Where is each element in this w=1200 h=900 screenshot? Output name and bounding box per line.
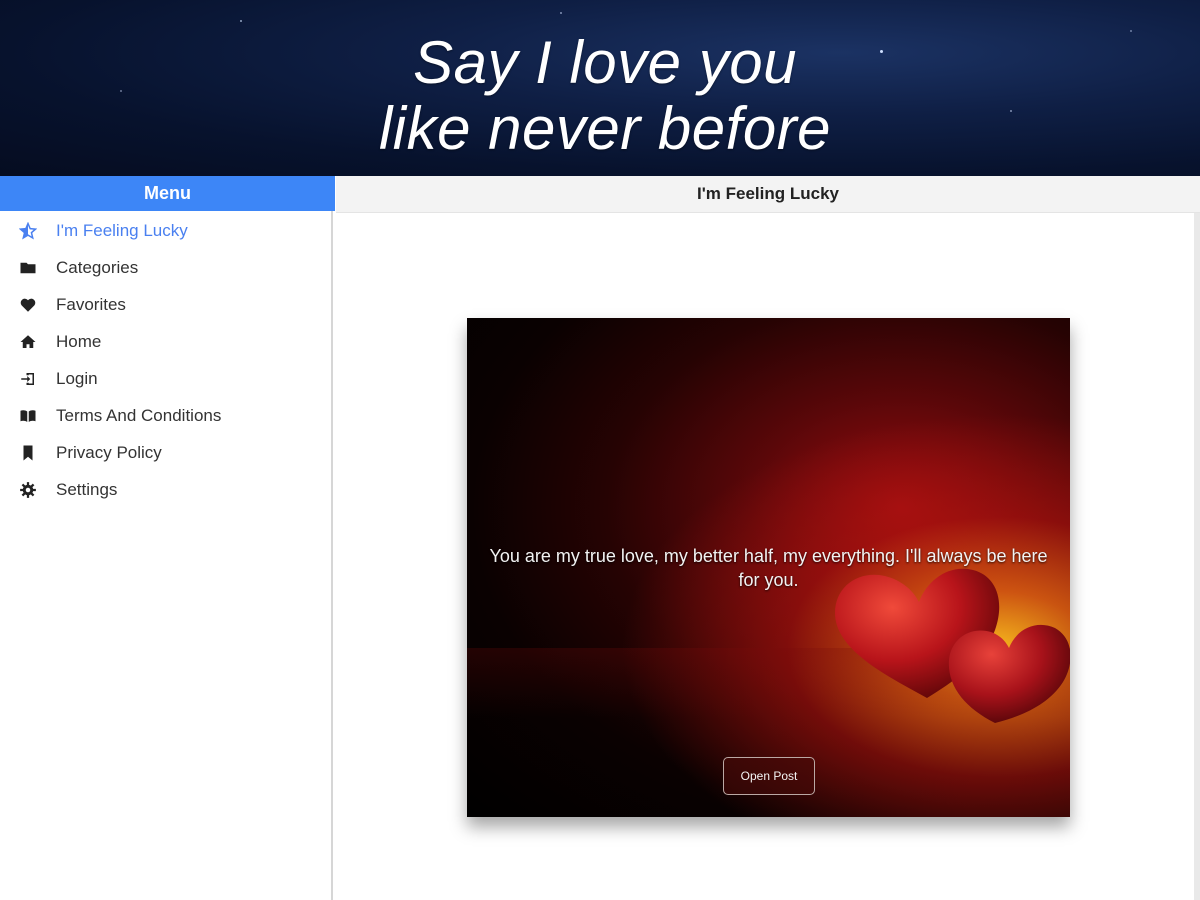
star-half-icon: [18, 221, 38, 241]
sidebar-item-settings[interactable]: Settings: [0, 471, 331, 508]
open-post-button[interactable]: Open Post: [723, 757, 815, 795]
page-title: I'm Feeling Lucky: [336, 176, 1200, 213]
header-banner: Say I love you like never before: [0, 0, 1200, 176]
sidebar-item-terms[interactable]: Terms And Conditions: [0, 397, 331, 434]
banner-title: Say I love you like never before: [0, 30, 1200, 162]
sidebar-item-home[interactable]: Home: [0, 323, 331, 360]
banner-title-line-1: Say I love you: [413, 29, 797, 96]
menu-header: Menu: [0, 176, 335, 211]
star-decoration: [240, 20, 242, 22]
bookmark-icon: [18, 443, 38, 463]
sidebar-item-feeling-lucky[interactable]: I'm Feeling Lucky: [0, 212, 331, 249]
sidebar-item-label: Privacy Policy: [56, 442, 162, 462]
sidebar-item-label: Favorites: [56, 294, 126, 314]
heart-icon: [18, 295, 38, 315]
main-content: You are my true love, my better half, my…: [336, 213, 1200, 900]
sidebar-item-label: Home: [56, 331, 102, 351]
quote-card: You are my true love, my better half, my…: [467, 318, 1070, 817]
login-icon: [18, 369, 38, 389]
book-icon: [18, 406, 38, 426]
sidebar-item-favorites[interactable]: Favorites: [0, 286, 331, 323]
sidebar-item-categories[interactable]: Categories: [0, 249, 331, 286]
sidebar-item-label: Login: [56, 368, 98, 388]
gear-icon: [18, 480, 38, 500]
sidebar-item-label: I'm Feeling Lucky: [56, 220, 188, 240]
sidebar-item-login[interactable]: Login: [0, 360, 331, 397]
star-decoration: [560, 12, 562, 14]
sidebar-item-label: Categories: [56, 257, 139, 277]
sidebar: I'm Feeling Lucky Categories Favorites H…: [0, 211, 333, 900]
menu-list: I'm Feeling Lucky Categories Favorites H…: [0, 212, 331, 508]
banner-title-line-2: like never before: [378, 95, 832, 162]
folder-icon: [18, 258, 38, 278]
sidebar-item-privacy[interactable]: Privacy Policy: [0, 434, 331, 471]
quote-text: You are my true love, my better half, my…: [489, 546, 1048, 590]
sidebar-item-label: Terms And Conditions: [56, 405, 222, 425]
sidebar-item-label: Settings: [56, 479, 118, 499]
home-icon: [18, 332, 38, 352]
